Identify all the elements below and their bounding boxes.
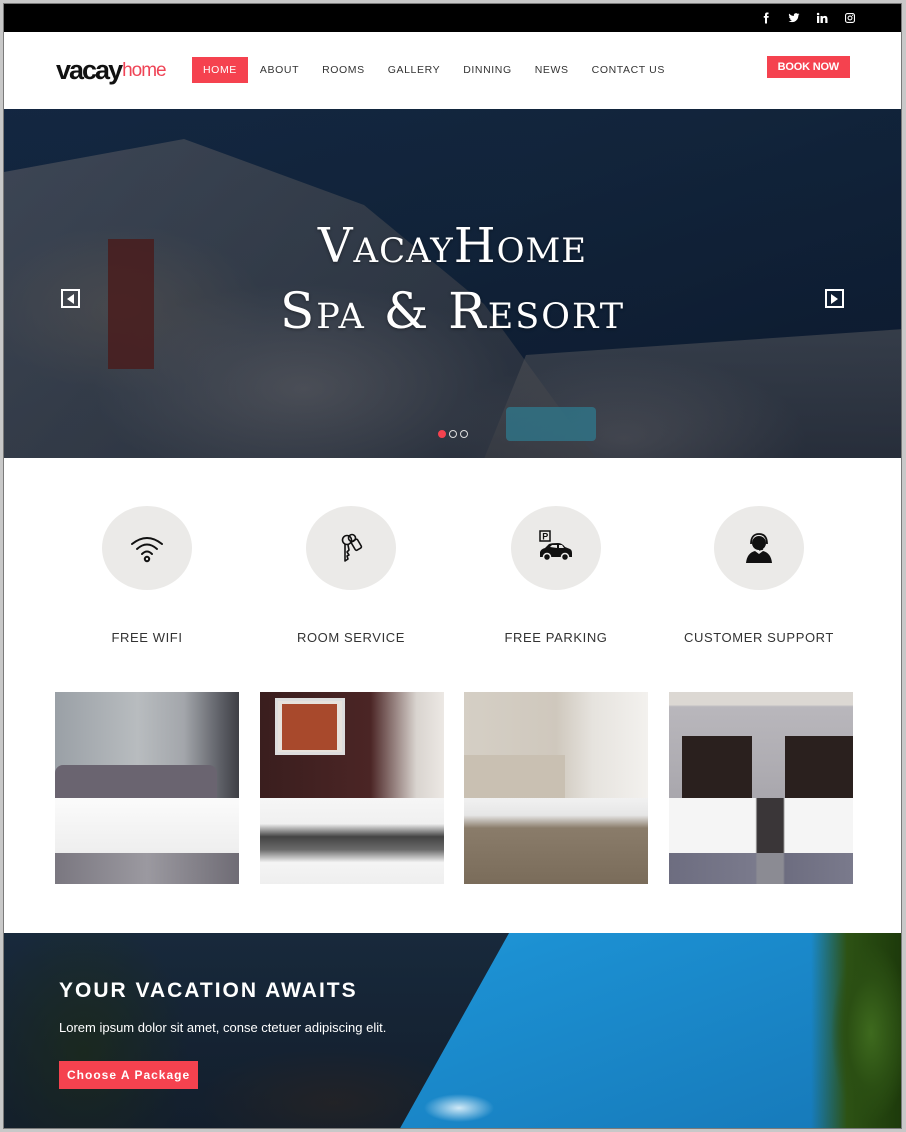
slider-dot-1[interactable] [438,430,446,438]
feature-free-wifi: FREE WIFI [47,506,247,645]
slider-dot-2[interactable] [449,430,457,438]
feature-icon-circle: P [511,506,601,590]
nav-item-news[interactable]: NEWS [524,57,580,83]
feature-label: FREE PARKING [504,630,608,645]
promo-title: YOUR VACATION AWAITS [59,979,358,1002]
logo-main-text: vacay [56,55,123,85]
headset-support-icon [746,533,772,563]
promo-banner: YOUR VACATION AWAITS Lorem ipsum dolor s… [4,933,901,1128]
twitter-icon[interactable] [787,11,801,25]
wifi-icon [131,537,163,563]
feature-label: CUSTOMER SUPPORT [684,630,834,645]
feature-free-parking: P FREE PARKING [456,506,656,645]
promo-background-foliage [811,933,901,1128]
arrow-right-icon [831,293,838,304]
room-photo-1[interactable] [55,692,239,884]
main-nav: HOME ABOUT ROOMS GALLERY DINNING NEWS CO… [192,57,677,83]
room-photo-4[interactable] [669,692,853,884]
choose-package-button[interactable]: Choose A Package [59,1061,199,1089]
facebook-icon[interactable] [759,11,773,25]
parking-car-icon: P [539,530,572,562]
svg-text:P: P [542,532,548,542]
feature-customer-support: CUSTOMER SUPPORT [659,506,859,645]
hero-title-line1: VacayHome [317,218,588,274]
linkedin-icon[interactable] [815,11,829,25]
site-header: vacay home HOME ABOUT ROOMS GALLERY DINN… [4,32,901,109]
nav-item-contact-us[interactable]: CONTACT US [581,57,676,83]
features-section: FREE WIFI ROOM SERVICE P FREE PARKING CU… [4,458,901,688]
nav-item-rooms[interactable]: ROOMS [311,57,376,83]
room-photo-3[interactable] [464,692,648,884]
feature-label: FREE WIFI [111,630,183,645]
hero-background-pool [506,407,596,441]
room-photo-2[interactable] [260,692,444,884]
arrow-left-icon [67,293,74,304]
hero-slider: VacayHome Spa & Resort [4,109,901,458]
slider-prev-button[interactable] [61,289,80,308]
feature-icon-circle [306,506,396,590]
keys-icon [341,533,363,562]
instagram-icon[interactable] [843,11,857,25]
feature-room-service: ROOM SERVICE [251,506,451,645]
slider-next-button[interactable] [825,289,844,308]
slider-pagination [438,430,468,438]
social-links [759,11,857,25]
nav-item-dinning[interactable]: DINNING [452,57,523,83]
promo-text: Lorem ipsum dolor sit amet, conse ctetue… [59,1020,387,1035]
slider-dot-3[interactable] [460,430,468,438]
hero-title-line2: Spa & Resort [279,282,626,340]
nav-item-about[interactable]: ABOUT [249,57,310,83]
top-bar [4,4,901,32]
logo-accent-text: home [122,60,167,81]
page-frame: vacay home HOME ABOUT ROOMS GALLERY DINN… [3,3,902,1129]
room-gallery [55,692,855,884]
feature-icon-circle [102,506,192,590]
feature-icon-circle [714,506,804,590]
feature-label: ROOM SERVICE [296,630,406,645]
nav-item-gallery[interactable]: GALLERY [377,57,451,83]
nav-item-home[interactable]: HOME [192,57,248,83]
book-now-button[interactable]: BOOK NOW [766,56,850,78]
logo[interactable]: vacay home [56,54,167,85]
